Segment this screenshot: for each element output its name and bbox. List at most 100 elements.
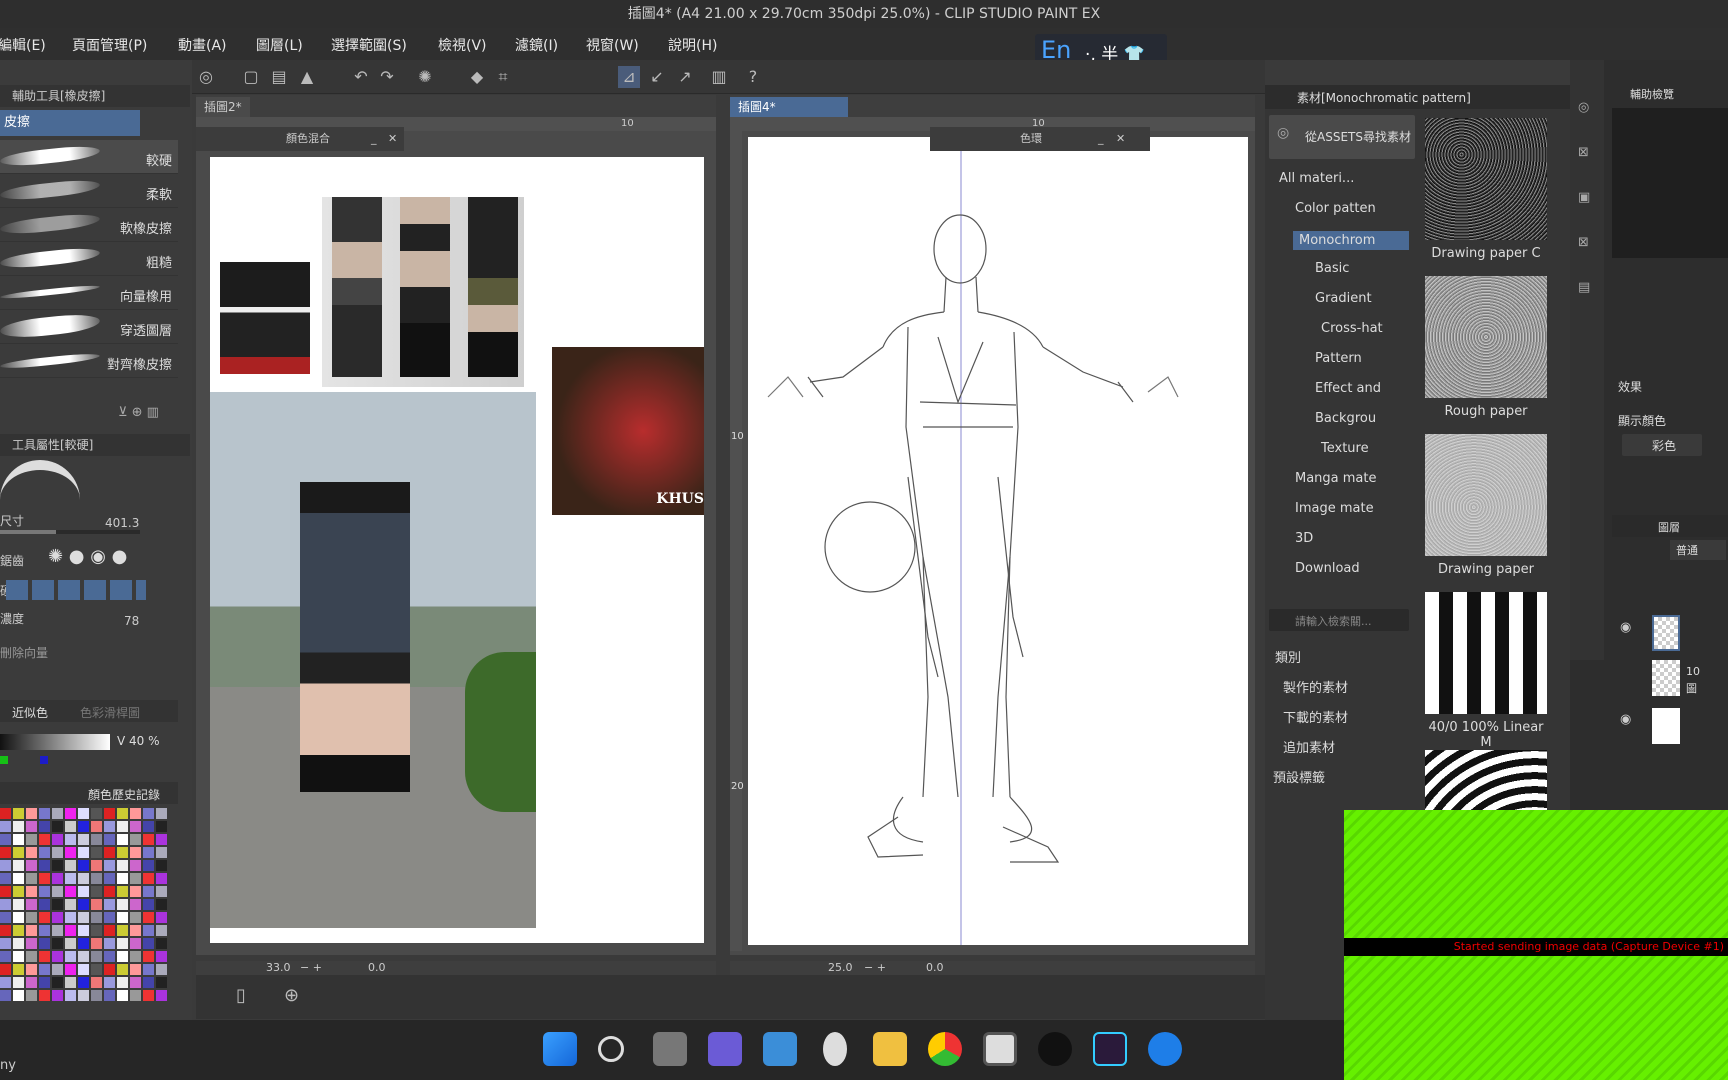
- color-swatch[interactable]: [0, 834, 11, 845]
- anti-alias-row[interactable]: 鋸齒 ✺ ● ◉ ●: [0, 544, 178, 574]
- category-downloaded[interactable]: 下載的素材: [1283, 707, 1348, 726]
- color-swatch[interactable]: [26, 951, 37, 962]
- color-swatch[interactable]: [26, 899, 37, 910]
- color-swatch[interactable]: [52, 977, 63, 988]
- alien-app-icon[interactable]: [823, 1032, 847, 1066]
- material-drawing-paper[interactable]: Drawing paper: [1425, 434, 1547, 577]
- color-swatch[interactable]: [104, 951, 115, 962]
- color-swatch[interactable]: [143, 821, 154, 832]
- color-swatch[interactable]: [91, 977, 102, 988]
- color-swatch[interactable]: [78, 860, 89, 871]
- color-swatch[interactable]: [104, 899, 115, 910]
- color-swatch[interactable]: [78, 951, 89, 962]
- color-swatch[interactable]: [26, 925, 37, 936]
- color-swatch[interactable]: [104, 886, 115, 897]
- color-swatch[interactable]: [130, 834, 141, 845]
- snap-special-icon[interactable]: ↙: [646, 66, 668, 88]
- loading-icon[interactable]: ✺: [414, 66, 436, 88]
- color-swatch[interactable]: [78, 977, 89, 988]
- color-swatch[interactable]: [104, 873, 115, 884]
- color-swatch[interactable]: [91, 951, 102, 962]
- color-swatch[interactable]: [143, 860, 154, 871]
- category-added[interactable]: 追加素材: [1283, 737, 1335, 756]
- canvas-fit-icon[interactable]: ⊕: [284, 985, 299, 1006]
- color-swatch[interactable]: [26, 860, 37, 871]
- color-swatch[interactable]: [91, 808, 102, 819]
- color-swatch[interactable]: [117, 990, 128, 1001]
- tree-3d[interactable]: 3D: [1295, 531, 1313, 546]
- history-icon[interactable]: ▤: [1578, 280, 1590, 295]
- color-swatch[interactable]: [117, 834, 128, 845]
- color-swatch[interactable]: [52, 938, 63, 949]
- color-swatch[interactable]: [13, 847, 24, 858]
- color-swatch[interactable]: [26, 821, 37, 832]
- eye-icon[interactable]: ◉: [1620, 712, 1631, 727]
- color-swatch[interactable]: [65, 951, 76, 962]
- navigator-icon[interactable]: ◎: [1578, 100, 1589, 115]
- color-swatch[interactable]: [13, 951, 24, 962]
- menu-page[interactable]: 頁面管理(P): [72, 35, 147, 55]
- snap-ruler-icon[interactable]: ⊿: [618, 66, 640, 88]
- color-swatch[interactable]: [65, 912, 76, 923]
- color-swatch[interactable]: [143, 938, 154, 949]
- color-swatch[interactable]: [143, 990, 154, 1001]
- teams-icon[interactable]: [708, 1032, 742, 1066]
- color-swatch[interactable]: [39, 938, 50, 949]
- color-swatch[interactable]: [26, 834, 37, 845]
- nox-icon[interactable]: [1093, 1032, 1127, 1066]
- color-swatch[interactable]: [26, 964, 37, 975]
- brush-soft[interactable]: 柔軟: [0, 174, 178, 208]
- color-swatch[interactable]: [156, 886, 167, 897]
- color-swatch[interactable]: [143, 925, 154, 936]
- color-swatch[interactable]: [91, 821, 102, 832]
- color-swatch[interactable]: [156, 951, 167, 962]
- material-icon-2[interactable]: ⊠: [1578, 235, 1589, 250]
- materials-search-input[interactable]: 請輸入檢索關...: [1269, 609, 1409, 631]
- color-swatch[interactable]: [91, 847, 102, 858]
- color-swatch[interactable]: [78, 925, 89, 936]
- panel-toggle-icon[interactable]: ▯: [236, 985, 246, 1006]
- color-swatch[interactable]: [13, 821, 24, 832]
- brush-snap-eraser[interactable]: 對齊橡皮擦: [0, 344, 178, 378]
- color-swatch[interactable]: [39, 951, 50, 962]
- menu-help[interactable]: 說明(H): [668, 35, 717, 55]
- color-swatch[interactable]: [91, 925, 102, 936]
- tree-color-pattern[interactable]: Color patten: [1295, 201, 1376, 216]
- color-swatch[interactable]: [52, 847, 63, 858]
- menu-selection[interactable]: 選擇範圍(S): [331, 35, 407, 55]
- color-swatch[interactable]: [78, 873, 89, 884]
- open-file-icon[interactable]: ▤: [268, 66, 290, 88]
- color-swatch[interactable]: [65, 964, 76, 975]
- color-swatch[interactable]: [13, 886, 24, 897]
- color-swatch[interactable]: [13, 873, 24, 884]
- color-swatch[interactable]: [39, 834, 50, 845]
- color-swatch[interactable]: [65, 925, 76, 936]
- tab-similar-color[interactable]: 近似色: [12, 704, 48, 721]
- color-swatch[interactable]: [65, 990, 76, 1001]
- color-swatch[interactable]: [78, 808, 89, 819]
- menu-view[interactable]: 檢視(V): [438, 35, 487, 55]
- color-swatch[interactable]: [65, 886, 76, 897]
- color-swatch[interactable]: [26, 886, 37, 897]
- transform-icon[interactable]: ⌗: [492, 66, 514, 88]
- color-swatch[interactable]: [39, 990, 50, 1001]
- color-swatch[interactable]: [52, 808, 63, 819]
- tree-monochrome[interactable]: Monochrom: [1293, 231, 1409, 250]
- search-icon[interactable]: [598, 1036, 624, 1062]
- clip-logo-icon[interactable]: ◎: [195, 66, 217, 88]
- color-swatch[interactable]: [39, 860, 50, 871]
- color-swatch[interactable]: [78, 847, 89, 858]
- color-swatch[interactable]: [117, 808, 128, 819]
- color-swatch[interactable]: [13, 860, 24, 871]
- color-swatch[interactable]: [52, 912, 63, 923]
- menu-window[interactable]: 視窗(W): [586, 35, 639, 55]
- color-swatch[interactable]: [39, 808, 50, 819]
- close-icon[interactable]: ✕: [388, 127, 397, 151]
- undo-icon[interactable]: ↶: [350, 66, 372, 88]
- value-slider[interactable]: [0, 734, 110, 750]
- tree-background[interactable]: Backgrou: [1315, 411, 1376, 426]
- material-linear-gradient[interactable]: 40/0 100% Linear M: [1425, 592, 1547, 750]
- color-mode-select[interactable]: 彩色: [1622, 434, 1702, 456]
- color-swatch[interactable]: [26, 977, 37, 988]
- tree-texture[interactable]: Texture: [1321, 441, 1369, 456]
